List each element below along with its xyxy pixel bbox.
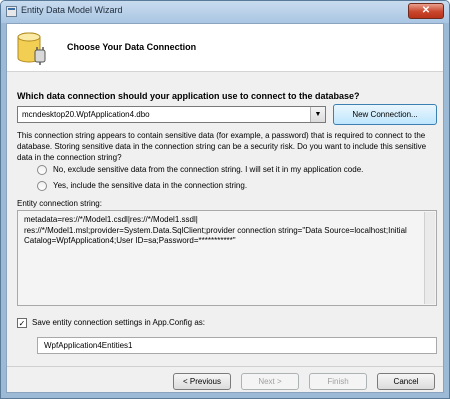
connection-select-value: mcndesktop20.WpfApplication4.dbo xyxy=(22,110,150,119)
cancel-button[interactable]: Cancel xyxy=(377,373,435,390)
new-connection-button[interactable]: New Connection... xyxy=(333,104,437,125)
window-app-icon xyxy=(6,6,17,17)
save-settings-checkbox[interactable]: ✓ xyxy=(17,318,27,328)
page-title: Choose Your Data Connection xyxy=(67,42,197,52)
wizard-content: Choose Your Data Connection Which data c… xyxy=(6,23,444,393)
sensitive-data-description: This connection string appears to contai… xyxy=(17,131,427,162)
include-sensitive-label: Yes, include the sensitive data in the c… xyxy=(53,181,248,190)
connection-select[interactable]: mcndesktop20.WpfApplication4.dbo ▼ xyxy=(17,106,326,123)
wizard-header: Choose Your Data Connection xyxy=(7,24,443,72)
database-icon xyxy=(17,32,46,65)
entity-connection-string[interactable]: metadata=res://*/Model1.csdl|res://*/Mod… xyxy=(17,210,437,306)
exclude-sensitive-label: No, exclude sensitive data from the conn… xyxy=(53,165,364,174)
title-bar[interactable]: Entity Data Model Wizard ✕ xyxy=(1,1,449,23)
close-icon: ✕ xyxy=(421,5,431,16)
finish-button[interactable]: Finish xyxy=(309,373,367,390)
entities-name-field[interactable]: WpfApplication4Entities1 xyxy=(37,337,437,354)
vertical-scrollbar[interactable] xyxy=(424,212,435,304)
radio-icon[interactable] xyxy=(37,165,47,175)
window-title: Entity Data Model Wizard xyxy=(21,5,123,15)
previous-button[interactable]: < Previous xyxy=(173,373,231,390)
footer-divider xyxy=(7,366,443,367)
save-settings-label: Save entity connection settings in App.C… xyxy=(32,318,205,327)
wizard-window: Entity Data Model Wizard ✕ Choose Your D… xyxy=(0,0,450,399)
chevron-down-icon[interactable]: ▼ xyxy=(310,107,325,122)
connection-question: Which data connection should your applic… xyxy=(17,91,360,101)
entity-connection-text: metadata=res://*/Model1.csdl|res://*/Mod… xyxy=(24,215,407,245)
radio-icon[interactable] xyxy=(37,181,47,191)
entity-connection-label: Entity connection string: xyxy=(17,199,102,208)
close-button[interactable]: ✕ xyxy=(408,3,444,19)
next-button[interactable]: Next > xyxy=(241,373,299,390)
